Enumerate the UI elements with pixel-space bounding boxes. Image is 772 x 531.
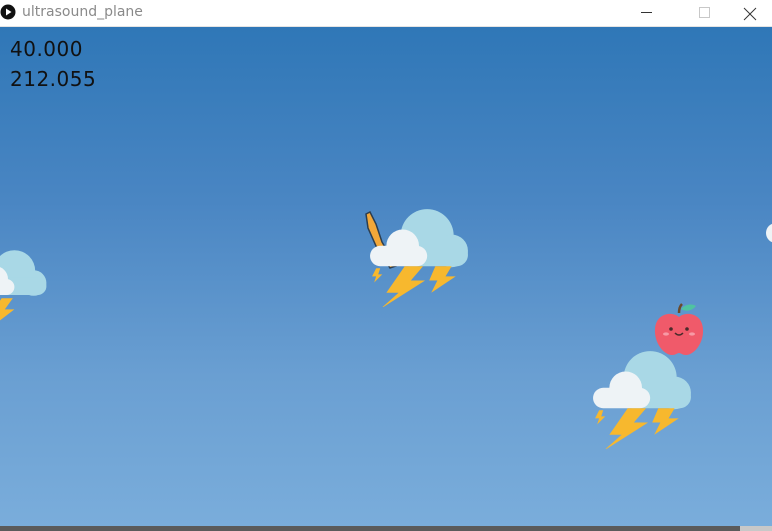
cloud-icon [766,223,772,243]
lightning-bolt [0,298,15,321]
close-icon [743,7,757,21]
storm-cloud-icon [0,250,47,321]
window-title: ultrasound_plane [22,4,143,20]
processing-app-icon [0,4,16,20]
maximize-icon [699,7,710,18]
scroll-thumb[interactable] [740,526,772,531]
close-button[interactable] [726,0,772,27]
lightning-bolt-small [429,266,456,293]
lightning-bolt-small [652,408,679,435]
cloud-shape [0,250,47,296]
minimize-button[interactable] [624,0,670,27]
bottom-scroll-strip[interactable] [0,526,772,531]
storm-cloud-icon [593,351,691,449]
lightning-spark [372,268,383,283]
cloud-shape [593,351,691,410]
minimize-icon [641,12,652,13]
storm-cloud-icon [370,209,468,307]
game-canvas[interactable]: 40.000 212.055 [0,27,772,526]
hud-value-1: 40.000 [10,37,83,61]
hud-value-2: 212.055 [10,67,97,91]
title-bar: ultrasound_plane [0,0,772,27]
maximize-button[interactable] [682,0,728,27]
lightning-spark [595,410,606,425]
lightning-bolt [605,408,649,449]
lightning-bolt [382,266,426,307]
cloud-shape [370,209,468,268]
